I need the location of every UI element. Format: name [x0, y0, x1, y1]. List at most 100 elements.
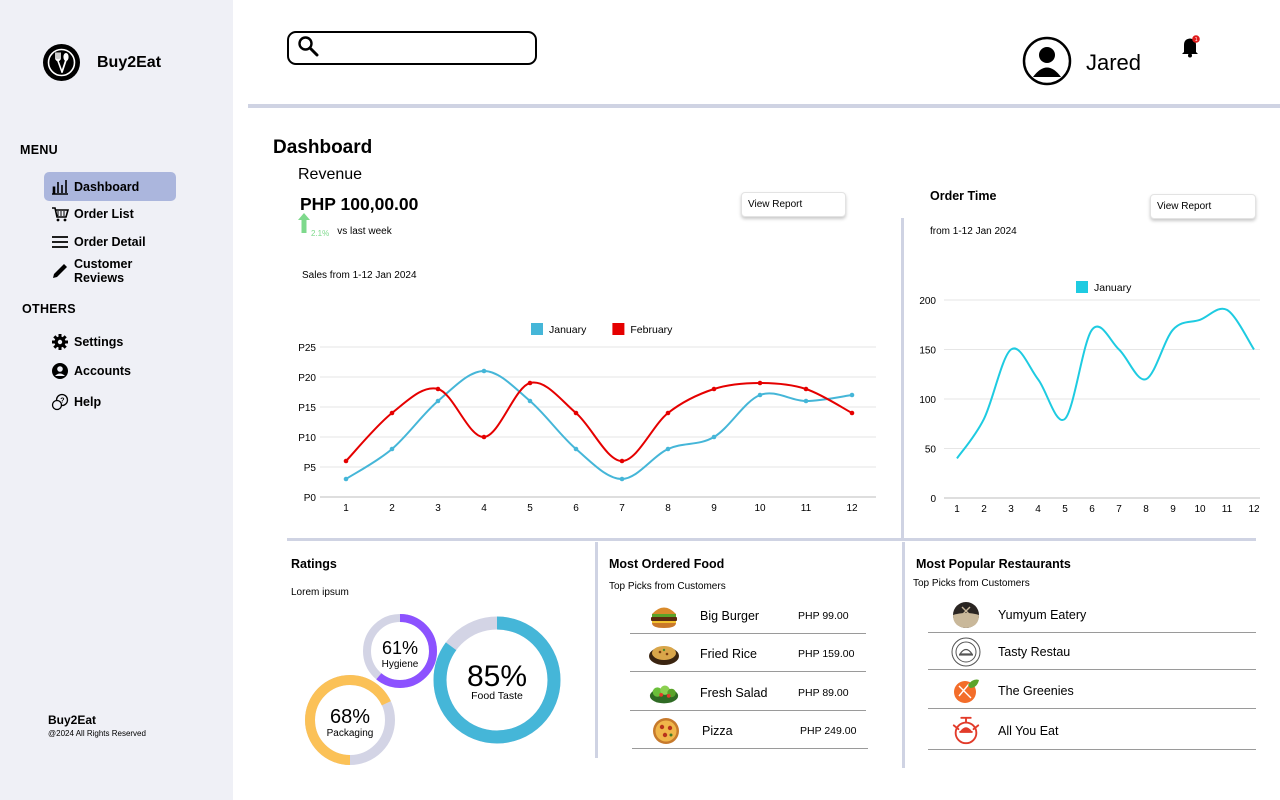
- x-tick-label: 7: [1116, 504, 1122, 515]
- brand-logo-icon: [43, 44, 80, 81]
- gear-icon: [51, 333, 69, 351]
- restaurant-name: The Greenies: [998, 683, 1074, 698]
- sidebar-item-settings[interactable]: Settings: [44, 327, 176, 356]
- food-price: PHP 99.00: [798, 609, 849, 622]
- brand[interactable]: Buy2Eat: [43, 44, 161, 81]
- food-row-big-burger[interactable]: Big Burger PHP 99.00: [630, 598, 866, 634]
- vertical-divider: [901, 218, 904, 538]
- restaurant-name: Yumyum Eatery: [998, 607, 1087, 622]
- restaurant-row-greenies[interactable]: The Greenies: [928, 673, 1256, 709]
- x-tick-label: 12: [846, 503, 858, 514]
- data-point: [389, 410, 395, 416]
- revenue-chart: P0P5P10P15P20P251 2 3 4 5 6 7 8 9 10 11 12January Fe…: [298, 323, 876, 514]
- y-tick-label: P5: [304, 463, 317, 474]
- revenue-value: PHP 100,00.00: [300, 194, 419, 214]
- data-point: [343, 476, 349, 482]
- order-time-view-report-button[interactable]: View Report: [1150, 194, 1256, 219]
- ratings-donuts: 61%Hygiene 85%Food Taste 68%Packaging: [305, 614, 561, 765]
- data-point: [527, 398, 533, 404]
- food-price: PHP 249.00: [800, 724, 857, 737]
- vertical-divider: [902, 542, 905, 768]
- avatar[interactable]: [1022, 36, 1072, 86]
- footer-brand: Buy2Eat: [48, 713, 97, 727]
- x-tick-label: 8: [665, 503, 671, 514]
- x-tick-label: 8: [1143, 504, 1149, 515]
- data-point: [711, 434, 717, 440]
- x-tick-label: 3: [435, 503, 441, 514]
- revenue-view-report-button[interactable]: View Report: [741, 192, 846, 217]
- arrow-up-icon: [298, 213, 310, 238]
- x-tick-label: 4: [481, 503, 487, 514]
- x-tick-label: 5: [527, 503, 533, 514]
- data-point: [711, 386, 717, 392]
- svg-text:?: ?: [60, 397, 64, 404]
- food-row-fresh-salad[interactable]: Fresh Salad PHP 89.00: [630, 675, 866, 711]
- y-tick-label: P25: [298, 343, 316, 354]
- sidebar: Buy2Eat MENU Dashboard Order List Order …: [0, 0, 233, 800]
- footer-copyright: @2024 All Rights Reserved: [48, 729, 146, 738]
- series-line: [956, 307, 1255, 459]
- greenies-logo-icon: [950, 675, 982, 707]
- data-point: [481, 368, 487, 374]
- revenue-change-pct: 2.1%: [311, 229, 330, 238]
- data-point: [665, 446, 671, 452]
- fried-rice-icon: [648, 640, 680, 668]
- popular-restaurants-subtitle: Top Picks from Customers: [913, 578, 1030, 589]
- others-section-label: OTHERS: [22, 302, 76, 316]
- food-price: PHP 89.00: [798, 686, 849, 699]
- food-name: Big Burger: [700, 608, 760, 623]
- sidebar-item-label: Dashboard: [74, 179, 140, 194]
- notification-count: 1: [1195, 37, 1198, 43]
- sidebar-item-accounts[interactable]: Accounts: [44, 356, 176, 385]
- yumyum-logo-icon: [950, 599, 982, 631]
- list-icon: [51, 233, 69, 251]
- x-tick-label: 9: [711, 503, 717, 514]
- notification-bell-icon[interactable]: 1: [1179, 34, 1203, 58]
- x-tick-label: 2: [389, 503, 395, 514]
- x-tick-label: 10: [754, 503, 766, 514]
- x-tick-label: 4: [1035, 504, 1041, 515]
- y-tick-label: 50: [925, 445, 937, 456]
- user-name[interactable]: Jared: [1086, 50, 1141, 76]
- data-point: [435, 386, 441, 392]
- x-tick-label: 2: [981, 504, 987, 515]
- search-input[interactable]: [325, 40, 525, 56]
- sidebar-item-help[interactable]: ? Help: [44, 387, 176, 416]
- help-icon: ?: [51, 393, 69, 411]
- y-tick-label: P15: [298, 403, 316, 414]
- ratings-subtitle: Lorem ipsum: [291, 587, 349, 598]
- search-icon: [297, 35, 319, 62]
- user-circle-icon: [51, 362, 69, 380]
- sidebar-item-label: Accounts: [74, 363, 131, 378]
- search-bar[interactable]: [287, 31, 537, 65]
- sidebar-item-dashboard[interactable]: Dashboard: [44, 172, 176, 201]
- x-tick-label: 11: [801, 503, 812, 514]
- salad-icon: [648, 679, 680, 707]
- sidebar-item-order-detail[interactable]: Order Detail: [44, 227, 176, 256]
- pizza-icon: [650, 717, 682, 745]
- popular-restaurants-title: Most Popular Restaurants: [916, 557, 1071, 571]
- burger-icon: [648, 602, 680, 630]
- restaurant-row-yumyum[interactable]: Yumyum Eatery: [928, 597, 1256, 633]
- sidebar-item-label: Customer Reviews: [74, 256, 133, 285]
- legend-swatch: [531, 323, 543, 335]
- restaurant-name: All You Eat: [998, 723, 1059, 738]
- legend-label: February: [630, 324, 673, 336]
- restaurant-row-tasty[interactable]: Tasty Restau: [928, 634, 1256, 670]
- food-row-pizza[interactable]: Pizza PHP 249.00: [632, 713, 868, 749]
- data-point: [849, 392, 855, 398]
- data-point: [757, 380, 763, 386]
- sidebar-item-order-list[interactable]: Order List: [44, 199, 176, 228]
- y-tick-label: P10: [298, 433, 316, 444]
- sidebar-item-label: Order List: [74, 206, 134, 221]
- food-row-fried-rice[interactable]: Fried Rice PHP 159.00: [630, 636, 866, 672]
- legend-swatch: [1076, 281, 1088, 293]
- rating-label: Hygiene: [382, 659, 419, 670]
- revenue-change: 2.1% vs last week: [298, 213, 392, 238]
- sidebar-item-customer-reviews[interactable]: Customer Reviews: [44, 256, 176, 285]
- most-ordered-subtitle: Top Picks from Customers: [609, 581, 726, 592]
- restaurant-row-allyoueat[interactable]: All You Eat: [928, 712, 1256, 750]
- menu-section-label: MENU: [20, 143, 59, 157]
- y-tick-label: P20: [298, 373, 316, 384]
- data-point: [573, 446, 579, 452]
